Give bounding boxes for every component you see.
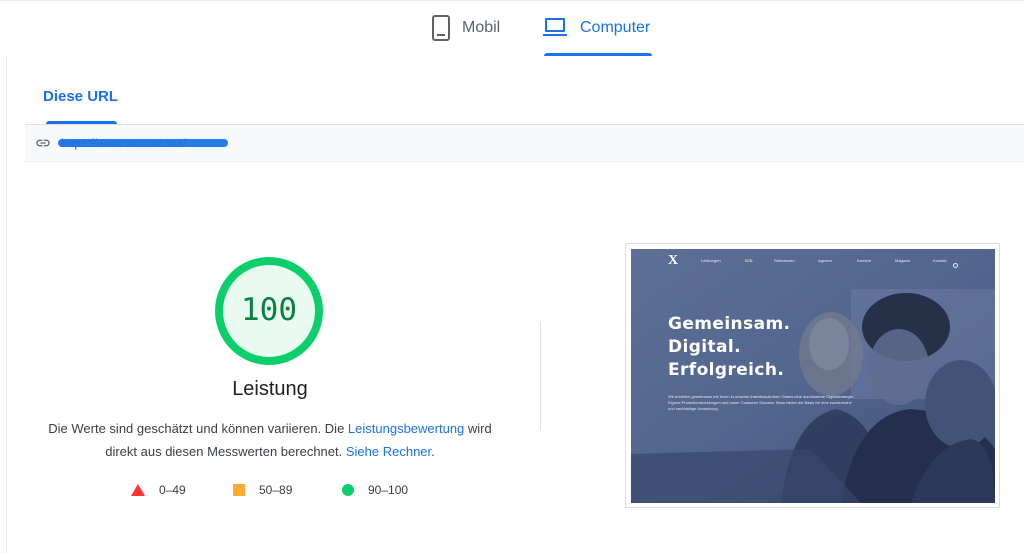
preview-headline-line: Digital. — [668, 337, 742, 357]
preview-headline-line: Gemeinsam. — [668, 314, 791, 334]
tab-computer-underline — [544, 53, 652, 56]
preview-nav-item: B2B — [745, 258, 753, 263]
preview-nav-item: Kontakt — [933, 258, 947, 263]
phone-icon — [432, 15, 450, 41]
preview-logo: X — [668, 253, 679, 268]
legend-item-average: 50–89 — [233, 483, 292, 497]
preview-headline-line: Erfolgreich. — [668, 360, 785, 380]
score-label: Leistung — [232, 378, 308, 400]
tab-computer[interactable]: Computer — [543, 16, 652, 56]
left-rule — [6, 56, 7, 553]
legend-item-fail: 0–49 — [131, 483, 186, 497]
legend-range-average: 50–89 — [259, 483, 293, 497]
link-icon — [36, 139, 50, 147]
circle-icon — [342, 484, 354, 496]
desc-text-3: . — [431, 444, 435, 459]
siehe-rechner-link[interactable]: Siehe Rechner — [346, 444, 431, 459]
url-bar: https://www.xxxxxx.xxx/ — [25, 124, 1024, 162]
score-description: Die Werte sind geschätzt und können vari… — [40, 417, 500, 463]
preview-search-icon — [953, 263, 958, 268]
desc-text-1: Die Werte sind geschätzt und können vari… — [48, 421, 348, 436]
device-tabs: Mobil Computer — [0, 0, 1024, 56]
legend-range-fail: 0–49 — [159, 483, 186, 497]
url-redaction-mark — [58, 139, 228, 147]
laptop-icon — [543, 16, 568, 38]
legend-range-pass: 90–100 — [368, 483, 409, 497]
score-value: 100 — [241, 292, 297, 328]
leistungsbewertung-link[interactable]: Leistungsbewertung — [348, 421, 464, 436]
preview-body-text: Wir erstellen gemeinsam mit Ihnen in uns… — [668, 394, 854, 411]
preview-nav-item: Magazin — [895, 258, 911, 263]
tab-mobil-label: Mobil — [462, 19, 501, 36]
page-screenshot: X Leistungen B2B Referenzen Agentur Karr… — [631, 249, 995, 503]
tab-diese-url[interactable]: Diese URL — [43, 88, 118, 105]
tab-computer-label: Computer — [580, 19, 651, 36]
tab-mobil[interactable]: Mobil — [432, 15, 501, 56]
preview-nav-item: Agentur — [818, 258, 833, 263]
square-icon — [233, 484, 245, 496]
preview-nav-item: Karriere — [857, 258, 872, 263]
preview-nav-item: Referenzen — [774, 258, 795, 263]
vertical-divider — [540, 322, 541, 430]
preview-headline: Gemeinsam. Digital. Erfolgreich. — [668, 313, 790, 382]
preview-nav-item: Leistungen — [701, 258, 721, 263]
triangle-icon — [131, 484, 145, 496]
legend-item-pass: 90–100 — [342, 483, 408, 497]
